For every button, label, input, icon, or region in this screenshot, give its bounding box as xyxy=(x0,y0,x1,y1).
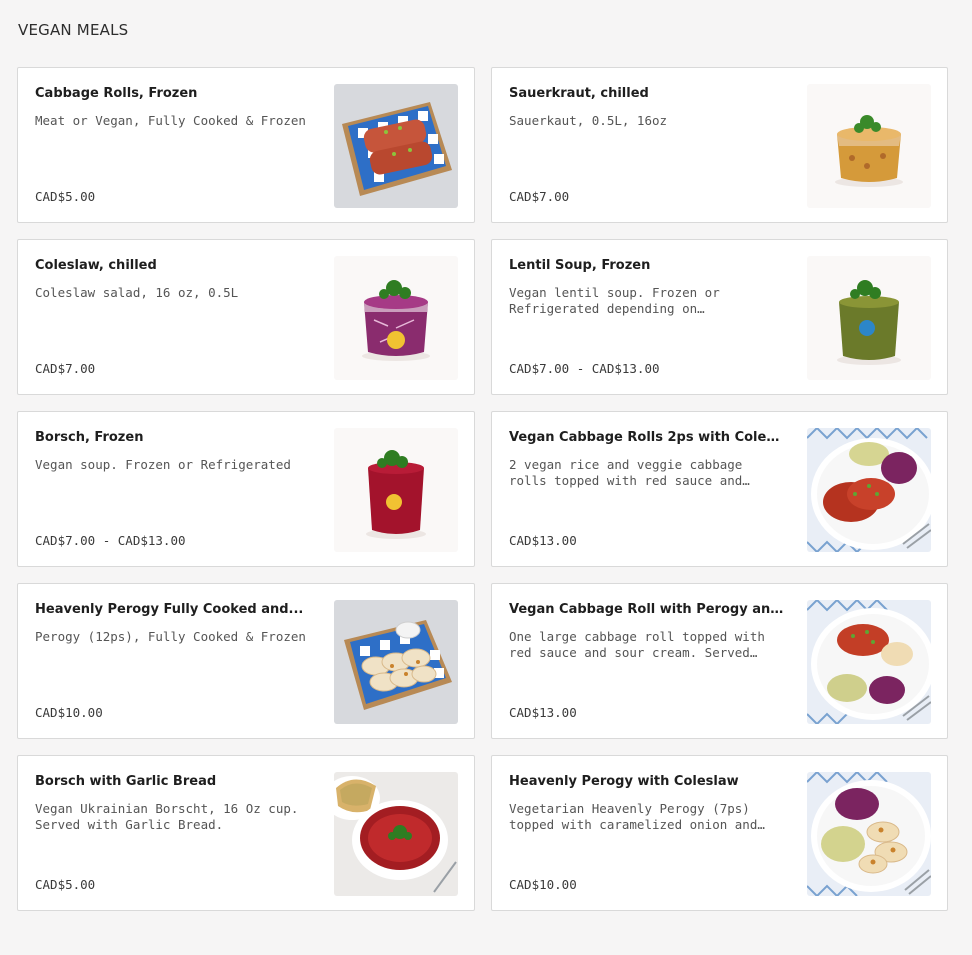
coleslaw-cup-image xyxy=(334,256,458,380)
menu-item-card[interactable]: Borsch with Garlic Bread Vegan Ukrainian… xyxy=(17,755,475,911)
menu-grid: Cabbage Rolls, Frozen Meat or Vegan, Ful… xyxy=(17,67,948,911)
item-price: CAD$7.00 - CAD$13.00 xyxy=(35,533,186,548)
item-description: Vegetarian Heavenly Perogy (7ps) topped … xyxy=(509,801,758,832)
cabbage-rolls-tray-image xyxy=(334,84,458,208)
item-name: Heavenly Perogy with Coleslaw xyxy=(509,774,739,789)
item-name: Borsch with Garlic Bread xyxy=(35,774,217,789)
item-price: CAD$13.00 xyxy=(509,533,577,548)
menu-item-card[interactable]: Borsch, Frozen Vegan soup. Frozen or Ref… xyxy=(17,411,475,567)
item-price: CAD$7.00 xyxy=(509,189,570,204)
item-name: Cabbage Rolls, Frozen xyxy=(35,86,198,101)
menu-item-card[interactable]: Vegan Cabbage Rolls 2ps with Coleslaw 2 … xyxy=(491,411,948,567)
item-price: CAD$7.00 - CAD$13.00 xyxy=(509,361,660,376)
perogy-coleslaw-plate-image xyxy=(807,772,931,896)
cabbage-roll-perogy-plate-image xyxy=(807,600,931,724)
menu-item-card[interactable]: Coleslaw, chilled Coleslaw salad, 16 oz,… xyxy=(17,239,475,395)
item-description: 2 vegan rice and veggie cabbage rolls to… xyxy=(509,457,743,488)
menu-item-card[interactable]: Lentil Soup, Frozen Vegan lentil soup. F… xyxy=(491,239,948,395)
item-name: Vegan Cabbage Rolls 2ps with Coleslaw xyxy=(509,430,784,445)
item-description: Vegan lentil soup. Frozen or Refrigerate… xyxy=(509,285,720,316)
item-description: Perogy (12ps), Fully Cooked & Frozen xyxy=(35,629,306,644)
menu-item-card[interactable]: Vegan Cabbage Roll with Perogy and... On… xyxy=(491,583,948,739)
item-description: Sauerkaut, 0.5L, 16oz xyxy=(509,113,668,128)
item-name: Heavenly Perogy Fully Cooked and... xyxy=(35,602,304,617)
item-price: CAD$5.00 xyxy=(35,877,96,892)
menu-item-card[interactable]: Heavenly Perogy with Coleslaw Vegetarian… xyxy=(491,755,948,911)
borsch-bowl-bread-image xyxy=(334,772,458,896)
item-price: CAD$7.00 xyxy=(35,361,96,376)
menu-item-card[interactable]: Sauerkraut, chilled Sauerkaut, 0.5L, 16o… xyxy=(491,67,948,223)
sauerkraut-cup-image xyxy=(807,84,931,208)
perogy-tray-image xyxy=(334,600,458,724)
item-name: Borsch, Frozen xyxy=(35,430,144,445)
item-price: CAD$10.00 xyxy=(35,705,103,720)
item-description: One large cabbage roll topped with red s… xyxy=(509,629,765,660)
item-name: Lentil Soup, Frozen xyxy=(509,258,651,273)
item-name: Coleslaw, chilled xyxy=(35,258,157,273)
lentil-soup-cup-image xyxy=(807,256,931,380)
item-name: Sauerkraut, chilled xyxy=(509,86,649,101)
item-name: Vegan Cabbage Roll with Perogy and... xyxy=(509,602,784,617)
item-description: Vegan soup. Frozen or Refrigerated xyxy=(35,457,291,472)
section-title: VEGAN MEALS xyxy=(18,21,129,39)
item-price: CAD$13.00 xyxy=(509,705,577,720)
item-price: CAD$10.00 xyxy=(509,877,577,892)
item-description: Vegan Ukrainian Borscht, 16 Oz cup. Serv… xyxy=(35,801,299,832)
item-description: Meat or Vegan, Fully Cooked & Frozen xyxy=(35,113,306,128)
borsch-cup-image xyxy=(334,428,458,552)
item-description: Coleslaw salad, 16 oz, 0.5L xyxy=(35,285,239,300)
cabbage-rolls-plate-image xyxy=(807,428,931,552)
menu-item-card[interactable]: Heavenly Perogy Fully Cooked and... Pero… xyxy=(17,583,475,739)
menu-item-card[interactable]: Cabbage Rolls, Frozen Meat or Vegan, Ful… xyxy=(17,67,475,223)
item-price: CAD$5.00 xyxy=(35,189,96,204)
